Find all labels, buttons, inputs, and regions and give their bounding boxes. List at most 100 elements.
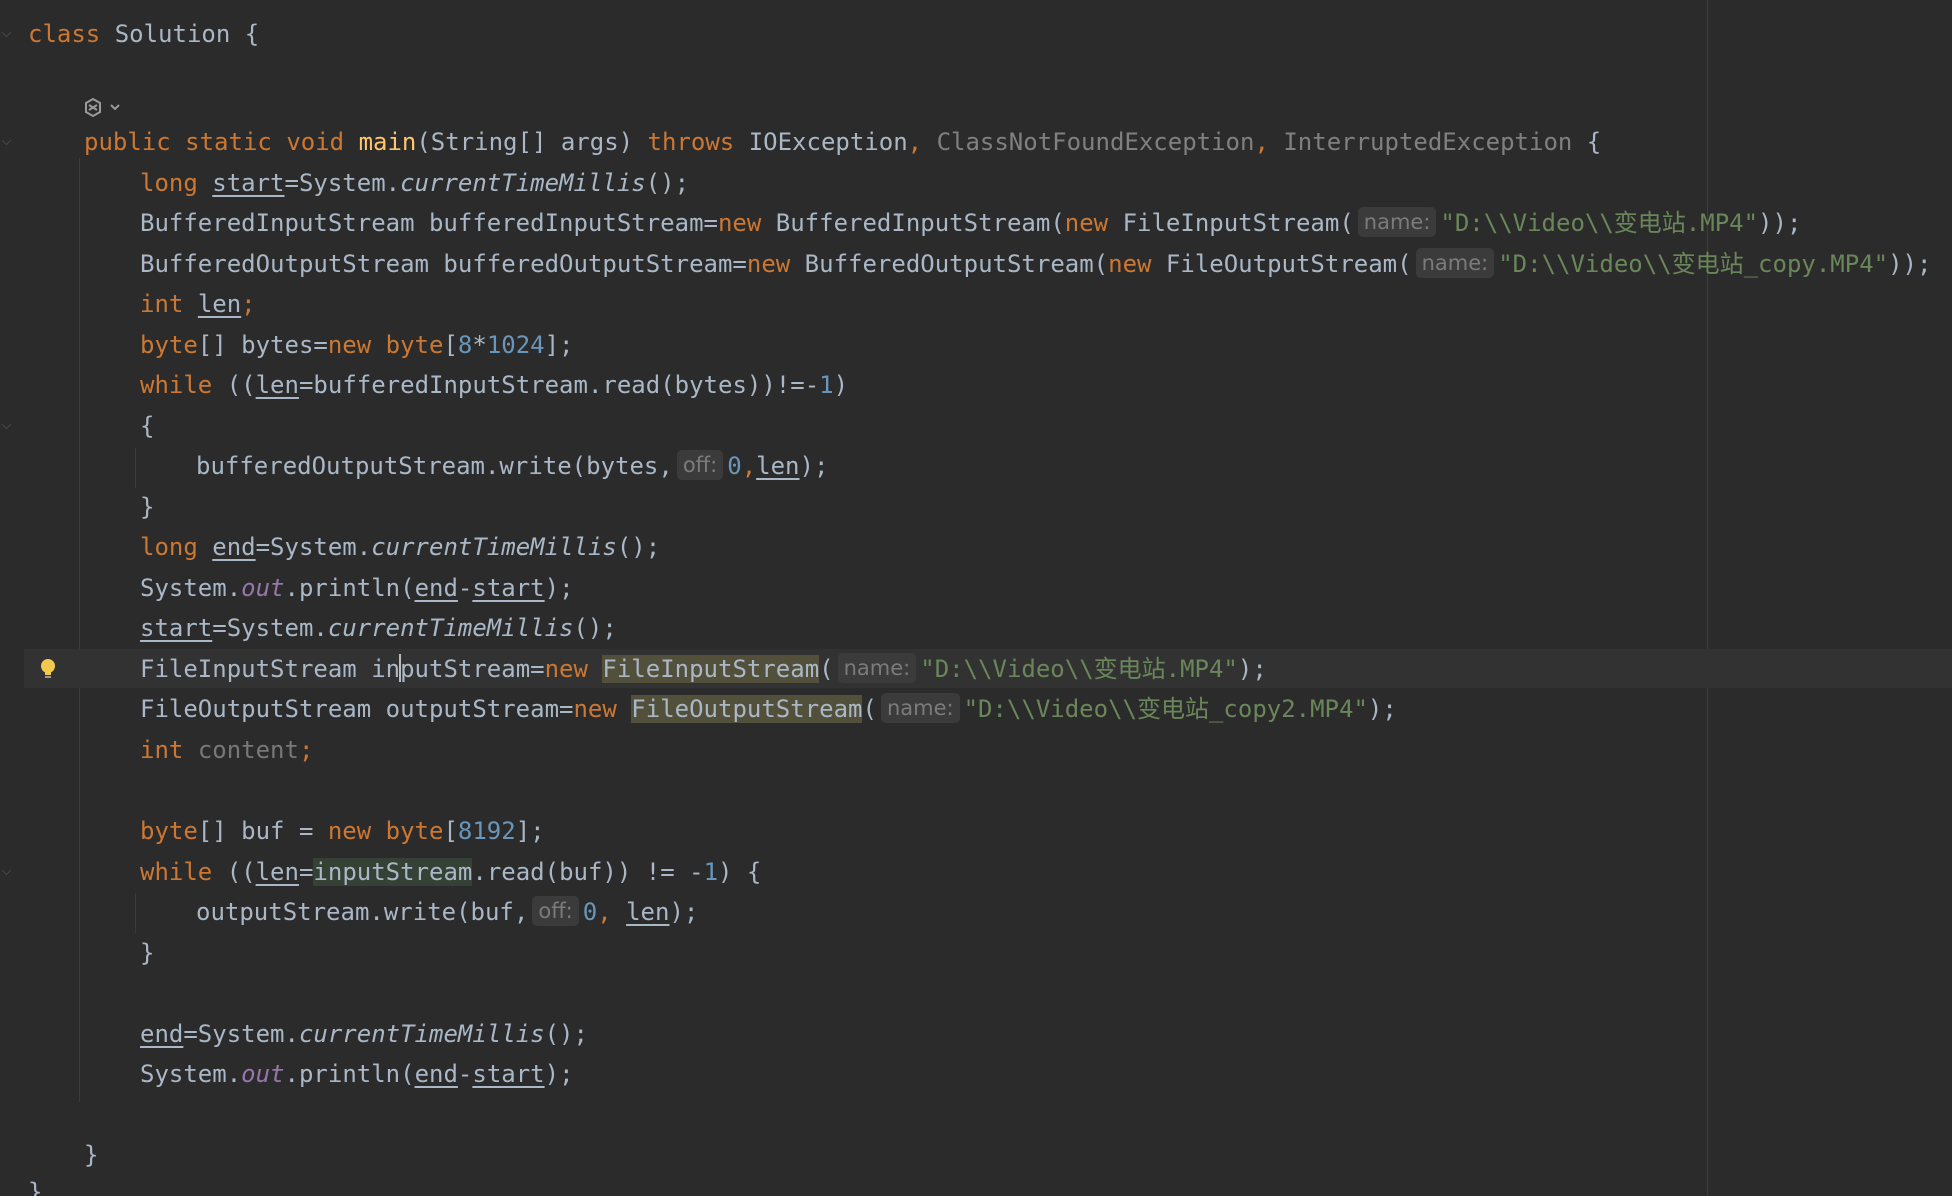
variable: in (371, 655, 401, 683)
keyword: while (140, 371, 213, 399)
fold-marker[interactable] (2, 136, 11, 145)
code-line[interactable]: } (140, 933, 154, 973)
code-line[interactable]: System.out.println(end-start); (140, 568, 574, 608)
number-literal: 1 (703, 858, 719, 886)
code-line[interactable]: class Solution { (28, 14, 259, 54)
code-text: , (597, 898, 612, 926)
keyword: new (717, 209, 762, 237)
static-field: out (241, 574, 285, 602)
keyword: long (140, 169, 198, 197)
code-text: (); (573, 614, 617, 642)
code-line[interactable]: outputStream.write(buf, off: 0, len); (196, 892, 698, 932)
variable: end (414, 574, 458, 602)
code-line[interactable]: bufferedOutputStream.write(bytes, off: 0,l… (196, 446, 828, 486)
variable: end (414, 1060, 458, 1088)
code-text: BufferedInputStream( (761, 209, 1065, 237)
code-line[interactable]: end=System.currentTimeMillis(); (140, 1014, 588, 1054)
code-text: , (741, 452, 757, 480)
parameter-hint: off: (532, 896, 579, 926)
code-line[interactable]: FileOutputStream outputStream=new FileOu… (140, 689, 1397, 729)
code-text: ]; (515, 817, 545, 845)
indent-guide (135, 448, 136, 488)
code-text: ( (862, 695, 877, 723)
keyword: new (1064, 209, 1109, 237)
code-text: , (1254, 128, 1269, 156)
code-line[interactable]: BufferedInputStream bufferedInputStream=… (140, 203, 1801, 243)
keyword: byte (140, 331, 198, 359)
ai-assistant-icon[interactable] (81, 96, 123, 120)
code-line-current[interactable]: FileInputStream inputStream=new FileInpu… (140, 649, 1267, 689)
lightbulb-icon[interactable] (39, 658, 57, 680)
indent-guide (79, 158, 80, 1102)
code-text: =System. (255, 533, 372, 561)
code-text: .read(buf)) != - (472, 858, 704, 886)
keyword: throws (647, 128, 735, 156)
keyword: new (1108, 250, 1152, 278)
code-text: )); (1758, 209, 1802, 237)
code-text: BufferedOutputStream bufferedOutputStrea… (140, 250, 747, 278)
code-text: [] bytes= (197, 331, 328, 359)
code-line[interactable]: byte[] buf = new byte[8192]; (140, 811, 545, 851)
variable: end (140, 1020, 184, 1048)
variable: len (255, 858, 299, 886)
editor-gutter[interactable] (0, 0, 24, 1196)
code-line[interactable]: int len; (140, 284, 256, 324)
identifier-usage-highlight: inputStream (313, 858, 473, 886)
keyword: new (327, 331, 372, 359)
number-literal: 1 (819, 371, 834, 399)
variable: len (197, 290, 242, 318)
code-text: )); (1888, 250, 1932, 278)
code-line[interactable]: start=System.currentTimeMillis(); (140, 608, 617, 648)
parameter-hint: off: (676, 450, 724, 480)
code-line[interactable]: long start=System.currentTimeMillis(); (140, 163, 689, 203)
code-editor[interactable]: class Solution { public static void main… (0, 0, 1952, 1196)
code-line[interactable]: byte[] bytes=new byte[8*1024]; (140, 325, 574, 365)
right-margin-guide (1707, 0, 1708, 1196)
warning-highlight[interactable]: FileOutputStream (631, 695, 863, 723)
code-text: - (457, 574, 473, 602)
code-text: (( (212, 858, 256, 886)
code-line[interactable]: System.out.println(end-start); (140, 1054, 574, 1094)
code-text: ); (544, 574, 574, 602)
fold-marker[interactable] (2, 28, 11, 37)
code-text: ) (833, 371, 849, 399)
code-text: =System. (183, 1020, 299, 1048)
code-text: BufferedOutputStream( (790, 250, 1109, 278)
code-text: (String[] args) (416, 128, 648, 156)
static-method: currentTimeMillis (400, 169, 646, 197)
code-text: { (1572, 128, 1602, 156)
code-text: =System. (212, 614, 328, 642)
code-text: ); (544, 1060, 574, 1088)
code-line[interactable]: public static void main(String[] args) t… (84, 122, 1601, 162)
variable: len (756, 452, 800, 480)
keyword: new (746, 250, 791, 278)
keyword: int (140, 290, 184, 318)
code-line[interactable]: } (140, 487, 154, 527)
variable: len (626, 898, 670, 926)
keyword: while (140, 858, 213, 886)
code-line[interactable]: while ((len=bufferedInputStream.read(byt… (140, 365, 848, 405)
code-line[interactable]: long end=System.currentTimeMillis(); (140, 527, 660, 567)
variable: start (212, 169, 285, 197)
keyword: long (140, 533, 198, 561)
code-text: } (140, 493, 155, 521)
code-text: - (457, 1060, 473, 1088)
code-line[interactable]: BufferedOutputStream bufferedOutputStrea… (140, 244, 1931, 284)
variable: putStream (400, 655, 531, 683)
code-line[interactable]: { (140, 406, 154, 446)
code-line[interactable]: } (28, 1172, 42, 1196)
warning-highlight[interactable]: FileInputStream (602, 655, 820, 683)
code-text: = (530, 655, 545, 683)
code-text: [ (443, 817, 458, 845)
fold-marker[interactable] (2, 866, 11, 875)
variable: end (212, 533, 256, 561)
code-text: BufferedInputStream bufferedInputStream= (140, 209, 718, 237)
code-line[interactable]: } (84, 1135, 98, 1175)
keyword: new (327, 817, 372, 845)
code-line[interactable]: while ((len=inputStream.read(buf)) != -1… (140, 852, 761, 892)
parameter-hint: name: (880, 693, 960, 723)
fold-marker[interactable] (2, 420, 11, 429)
parameter-hint: name: (1415, 248, 1495, 278)
code-line[interactable]: int content; (140, 730, 313, 770)
static-method: currentTimeMillis (371, 533, 617, 561)
